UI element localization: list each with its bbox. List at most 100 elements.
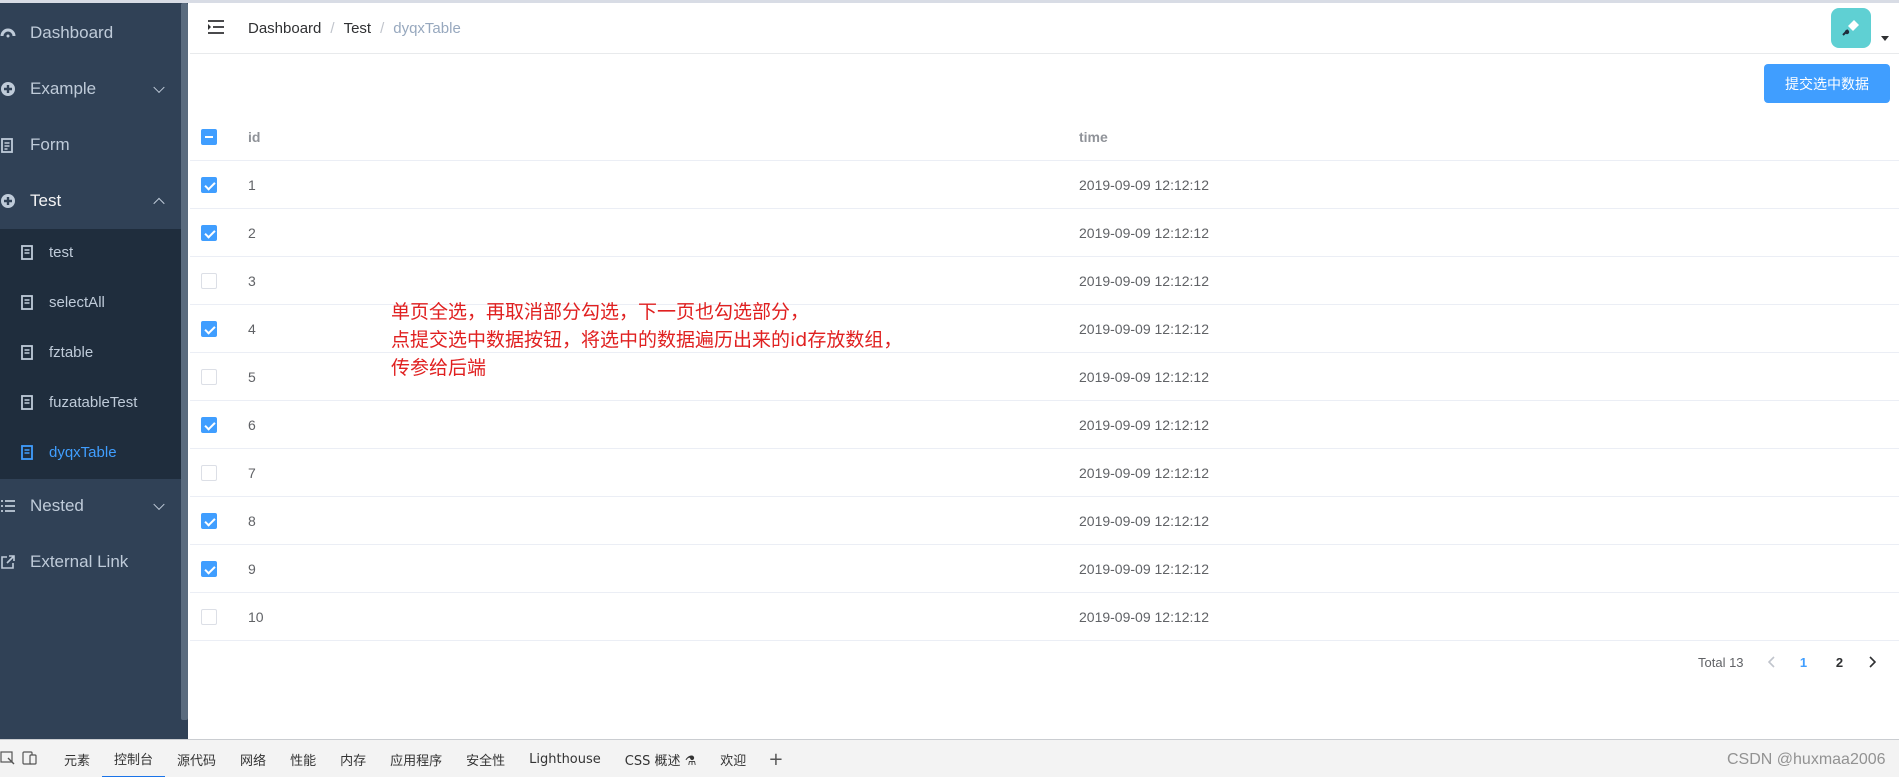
external-link-icon [0, 554, 16, 570]
cell-time: 2019-09-09 12:12:12 [1079, 177, 1209, 193]
devtools-tab[interactable]: 应用程序 [378, 740, 454, 777]
breadcrumb-separator: / [330, 20, 335, 37]
sidebar-subitem-fuzatabletest[interactable]: fuzatableTest [0, 377, 181, 427]
annotation-line: 单页全选，再取消部分勾选，下一页也勾选部分， [391, 301, 810, 323]
sidebar-item-example[interactable]: Example [0, 61, 181, 117]
row-checkbox[interactable] [201, 609, 217, 625]
table-row[interactable]: 1 2019-09-09 12:12:12 [190, 161, 1899, 209]
sidebar-subitem-fztable[interactable]: fztable [0, 327, 181, 377]
device-toggle-icon[interactable] [22, 750, 38, 766]
file-icon [21, 444, 33, 460]
sidebar-item-external-link[interactable]: External Link [0, 534, 181, 590]
nested-icon [0, 498, 16, 514]
cell-time: 2019-09-09 12:12:12 [1079, 561, 1209, 577]
page-number-2[interactable]: 2 [1822, 648, 1858, 676]
row-checkbox[interactable] [201, 513, 217, 529]
sidebar-item-label: Form [30, 135, 70, 154]
row-checkbox[interactable] [201, 465, 217, 481]
sidebar-scrollbar[interactable] [181, 3, 188, 720]
cell-time: 2019-09-09 12:12:12 [1079, 273, 1209, 289]
chevron-left-icon [1767, 656, 1775, 668]
caret-down-icon[interactable] [1881, 36, 1889, 41]
sidebar-item-label: Dashboard [30, 23, 114, 42]
table-row[interactable]: 6 2019-09-09 12:12:12 [190, 401, 1899, 449]
cell-id: 8 [248, 513, 256, 529]
row-checkbox[interactable] [201, 561, 217, 577]
pagination-total: Total 13 [1698, 654, 1744, 670]
table-row[interactable]: 9 2019-09-09 12:12:12 [190, 545, 1899, 593]
row-checkbox[interactable] [201, 177, 217, 193]
sidebar-item-label: External Link [30, 552, 129, 571]
avatar[interactable] [1831, 8, 1871, 48]
devtools-bar: 元素 控制台 源代码 网络 性能 内存 应用程序 安全性 Lighthouse CSS 概述 ⚗ 欢… [0, 739, 1899, 777]
dashboard-icon [0, 25, 16, 41]
devtools-tab[interactable]: 性能 [278, 740, 328, 777]
devtools-tab[interactable]: 欢迎 [708, 740, 758, 777]
sidebar-subitem-label: test [49, 243, 74, 261]
row-checkbox[interactable] [201, 369, 217, 385]
prev-page-button[interactable] [1758, 648, 1786, 676]
cell-time: 2019-09-09 12:12:12 [1079, 465, 1209, 481]
cell-time: 2019-09-09 12:12:12 [1079, 369, 1209, 385]
cell-time: 2019-09-09 12:12:12 [1079, 225, 1209, 241]
test-icon [0, 193, 16, 209]
annotation-text: 单页全选，再取消部分勾选，下一页也勾选部分， 点提交选中数据按钮，将选中的数据遍… [391, 298, 902, 382]
cell-time: 2019-09-09 12:12:12 [1079, 609, 1209, 625]
hamburger-icon[interactable] [207, 19, 225, 35]
cell-id: 2 [248, 225, 256, 241]
sidebar: Dashboard Example Form Test test selectA… [0, 3, 188, 739]
sidebar-subitem-label: selectAll [49, 293, 105, 311]
devtools-tabs: 元素 控制台 源代码 网络 性能 内存 应用程序 安全性 Lighthouse CSS 概述 ⚗ 欢… [52, 740, 793, 777]
select-all-checkbox[interactable] [201, 129, 217, 145]
cell-id: 5 [248, 369, 256, 385]
file-icon [21, 344, 33, 360]
chevron-down-icon [153, 498, 165, 511]
breadcrumb-test[interactable]: Test [344, 20, 372, 37]
submit-selected-button[interactable]: 提交选中数据 [1764, 64, 1890, 103]
breadcrumb-current: dyqxTable [393, 20, 461, 37]
table-row[interactable]: 10 2019-09-09 12:12:12 [190, 593, 1899, 641]
cell-id: 1 [248, 177, 256, 193]
sidebar-subitem-test[interactable]: test [0, 227, 181, 277]
row-checkbox[interactable] [201, 417, 217, 433]
cell-id: 4 [248, 321, 256, 337]
breadcrumb-dashboard[interactable]: Dashboard [248, 20, 321, 37]
sidebar-item-label: Nested [30, 496, 84, 515]
row-checkbox[interactable] [201, 225, 217, 241]
row-checkbox[interactable] [201, 321, 217, 337]
devtools-tab[interactable]: 安全性 [454, 740, 517, 777]
table-row[interactable]: 7 2019-09-09 12:12:12 [190, 449, 1899, 497]
sidebar-item-nested[interactable]: Nested [0, 478, 181, 534]
watermark: CSDN @huxmaa2006 [1727, 751, 1886, 768]
sidebar-item-dashboard[interactable]: Dashboard [0, 5, 181, 61]
devtools-tab[interactable]: 网络 [228, 740, 278, 777]
next-page-button[interactable] [1858, 648, 1886, 676]
inspect-icon[interactable] [0, 750, 16, 766]
annotation-line: 点提交选中数据按钮，将选中的数据遍历出来的id存放数组， [391, 329, 903, 351]
devtools-tab[interactable]: Lighthouse [517, 740, 613, 777]
cell-id: 9 [248, 561, 256, 577]
add-tab-icon[interactable]: + [758, 749, 793, 770]
example-icon [0, 81, 16, 97]
sidebar-subitem-dyqxtable[interactable]: dyqxTable [0, 427, 181, 477]
cell-time: 2019-09-09 12:12:12 [1079, 417, 1209, 433]
table-row[interactable]: 8 2019-09-09 12:12:12 [190, 497, 1899, 545]
cell-id: 10 [248, 609, 264, 625]
plug-icon [1842, 20, 1859, 36]
sidebar-item-test[interactable]: Test [0, 173, 181, 229]
cell-time: 2019-09-09 12:12:12 [1079, 321, 1209, 337]
file-icon [21, 294, 33, 310]
devtools-tab[interactable]: 控制台 [102, 740, 166, 777]
sidebar-subitem-selectall[interactable]: selectAll [0, 277, 181, 327]
sidebar-item-form[interactable]: Form [0, 117, 181, 173]
devtools-tab[interactable]: CSS 概述 ⚗ [613, 740, 709, 777]
devtools-tab[interactable]: 内存 [328, 740, 378, 777]
devtools-tab[interactable]: 源代码 [165, 740, 228, 777]
row-checkbox[interactable] [201, 273, 217, 289]
table-row[interactable]: 2 2019-09-09 12:12:12 [190, 209, 1899, 257]
sidebar-subitem-label: fztable [49, 343, 94, 361]
cell-id: 6 [248, 417, 256, 433]
sidebar-item-label: Example [30, 79, 97, 98]
devtools-tab[interactable]: 元素 [52, 740, 102, 777]
page-number-1[interactable]: 1 [1786, 648, 1822, 676]
